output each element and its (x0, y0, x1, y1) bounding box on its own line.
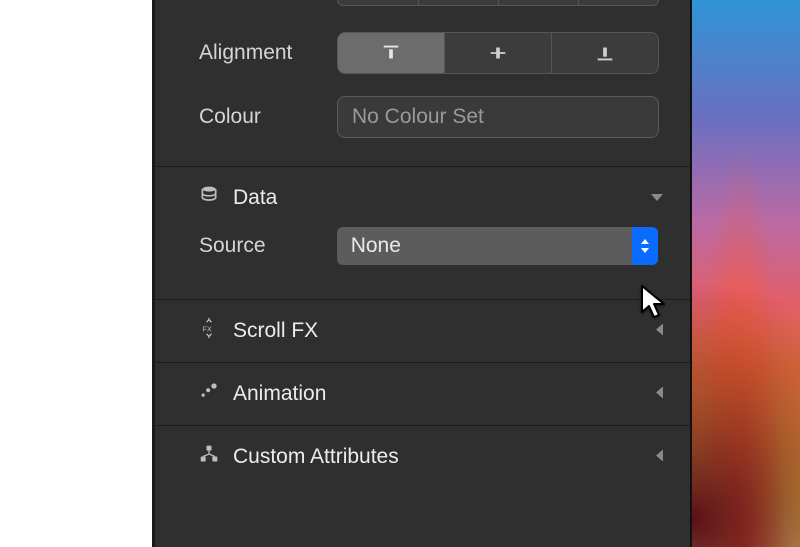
data-section-header[interactable]: Data (155, 167, 674, 229)
svg-text:FX: FX (202, 324, 212, 333)
align-middle-button[interactable] (445, 33, 552, 73)
colour-value: No Colour Set (352, 105, 484, 129)
popup-stepper-icon (632, 227, 658, 265)
chevron-left-icon (654, 323, 664, 340)
scrollfx-section: FX Scroll FX (155, 300, 690, 363)
chevron-left-icon (654, 449, 664, 466)
scrollfx-title: Scroll FX (233, 319, 318, 343)
data-section: Data Source None (155, 167, 690, 300)
colour-row: Colour No Colour Set (199, 96, 674, 138)
alignment-segmented-control (337, 32, 659, 74)
scrollfx-section-header[interactable]: FX Scroll FX (155, 300, 674, 362)
inspector-panel: Alignment (152, 0, 692, 547)
animation-title: Animation (233, 382, 326, 406)
alignment-label: Alignment (199, 41, 337, 65)
database-icon (199, 185, 219, 211)
custom-attributes-section: Custom Attributes (155, 426, 690, 488)
colour-well[interactable]: No Colour Set (337, 96, 659, 138)
source-value: None (351, 234, 658, 258)
scrollfx-icon: FX (199, 318, 219, 344)
custom-attributes-header[interactable]: Custom Attributes (155, 426, 674, 488)
text-style-block: Alignment (155, 6, 690, 167)
source-label: Source (199, 234, 337, 258)
animation-section: Animation (155, 363, 690, 426)
animation-section-header[interactable]: Animation (155, 363, 674, 425)
align-bottom-button[interactable] (552, 33, 658, 73)
colour-label: Colour (199, 105, 337, 129)
align-top-icon (380, 42, 402, 64)
left-margin (0, 0, 152, 547)
align-top-button[interactable] (338, 33, 445, 73)
custom-attributes-title: Custom Attributes (233, 445, 399, 469)
align-middle-icon (487, 42, 509, 64)
data-section-body: Source None (155, 227, 674, 299)
source-popup[interactable]: None (337, 227, 658, 265)
animation-icon (199, 381, 219, 407)
nodes-icon (199, 444, 219, 470)
desktop-wallpaper (692, 0, 800, 547)
chevron-down-icon (650, 190, 664, 206)
data-section-title: Data (233, 186, 277, 210)
source-row: Source None (199, 227, 658, 265)
prev-segmented-control-remnant (337, 0, 659, 6)
alignment-row: Alignment (199, 32, 674, 74)
chevron-left-icon (654, 386, 664, 403)
align-bottom-icon (594, 42, 616, 64)
